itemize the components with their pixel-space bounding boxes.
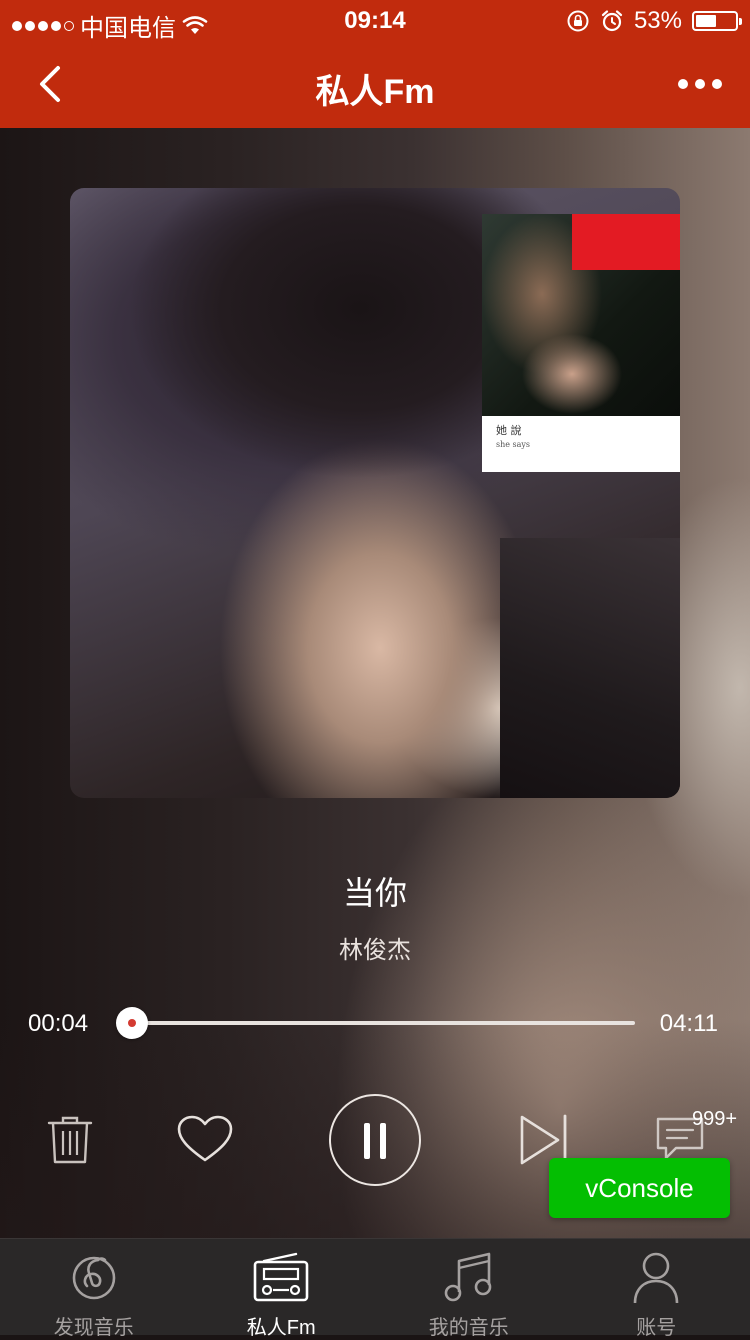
more-dot	[695, 79, 705, 89]
more-button[interactable]	[678, 70, 726, 98]
album-thumbnail: 她 說 she says	[482, 214, 680, 472]
battery-icon	[692, 11, 738, 31]
more-dot	[678, 79, 688, 89]
battery-percent: 53%	[634, 7, 682, 35]
song-artist[interactable]: 林俊杰	[0, 930, 750, 965]
rotation-lock-icon	[566, 9, 590, 33]
user-icon	[632, 1251, 680, 1305]
album-cover: 她 說 she says	[70, 188, 680, 798]
status-bar: 中国电信 09:14 53%	[0, 0, 750, 40]
page-title: 私人Fm	[0, 64, 750, 113]
tab-private-fm[interactable]: 私人Fm	[188, 1239, 376, 1335]
album-cover-text: 她 說	[496, 422, 522, 438]
pause-button[interactable]	[329, 1094, 421, 1186]
tab-label: 私人Fm	[188, 1311, 376, 1340]
alarm-icon	[600, 9, 624, 33]
trash-button[interactable]	[46, 1114, 94, 1166]
tab-bar: 发现音乐 私人Fm 我的音乐 账号	[0, 1238, 750, 1335]
tab-account[interactable]: 账号	[563, 1239, 750, 1335]
comment-count-badge: 999+	[692, 1108, 737, 1131]
trash-icon	[46, 1114, 94, 1166]
total-time: 04:11	[660, 1010, 718, 1038]
tab-label: 发现音乐	[0, 1311, 188, 1340]
more-dot	[712, 79, 722, 89]
netease-music-icon	[69, 1251, 119, 1303]
vconsole-button[interactable]: vConsole	[549, 1158, 730, 1218]
album-cover-subtext: she says	[496, 440, 530, 449]
progress-thumb[interactable]	[116, 1007, 148, 1039]
tab-label: 账号	[563, 1311, 750, 1340]
tab-my-music[interactable]: 我的音乐	[375, 1239, 563, 1335]
progress-track[interactable]	[120, 1021, 635, 1025]
song-title: 当你	[0, 868, 750, 914]
music-note-icon	[443, 1251, 495, 1305]
current-time: 00:04	[28, 1010, 88, 1038]
radio-icon	[252, 1251, 310, 1303]
tab-label: 我的音乐	[375, 1311, 563, 1340]
heart-icon	[176, 1114, 234, 1164]
like-button[interactable]	[176, 1114, 234, 1164]
nav-bar: 私人Fm	[0, 40, 750, 128]
tab-discover-music[interactable]: 发现音乐	[0, 1239, 188, 1335]
